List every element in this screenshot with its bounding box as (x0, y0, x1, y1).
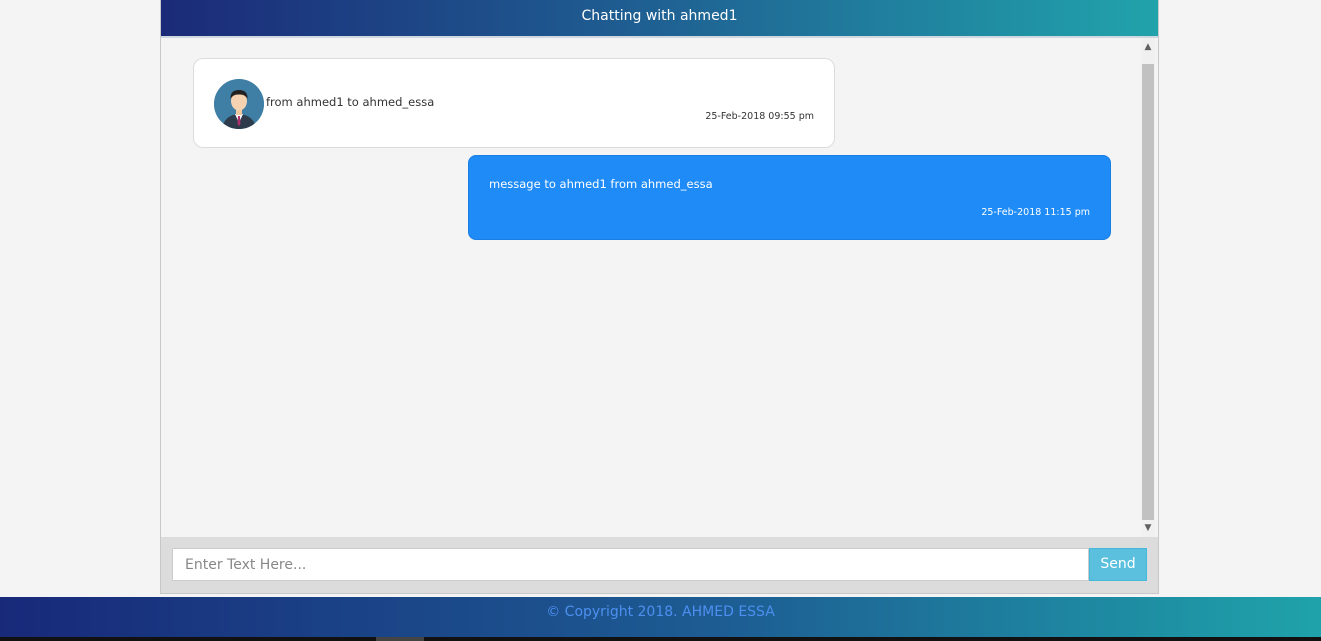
send-button[interactable]: Send (1089, 548, 1147, 581)
footer: © Copyright 2018. AHMED ESSA (0, 597, 1321, 637)
copyright-text: © Copyright 2018. AHMED ESSA (546, 604, 775, 620)
message-text: message to ahmed1 from ahmed_essa (489, 177, 713, 191)
message-input[interactable] (172, 548, 1089, 581)
incoming-message: from ahmed1 to ahmed_essa 25-Feb-2018 09… (193, 58, 835, 148)
message-timestamp: 25-Feb-2018 11:15 pm (981, 207, 1090, 218)
messages-area[interactable]: from ahmed1 to ahmed_essa 25-Feb-2018 09… (161, 38, 1158, 537)
messages-scrollbar[interactable]: ▲ ▼ (1141, 38, 1155, 537)
chat-title: Chatting with ahmed1 (581, 8, 738, 24)
bottom-strip (0, 637, 1321, 641)
message-timestamp: 25-Feb-2018 09:55 pm (705, 111, 814, 122)
scroll-up-icon[interactable]: ▲ (1141, 40, 1155, 54)
scroll-down-icon[interactable]: ▼ (1141, 521, 1155, 535)
outgoing-message: message to ahmed1 from ahmed_essa 25-Feb… (468, 155, 1111, 240)
chat-panel: Chatting with ahmed1 from ahmed1 to ahme… (160, 0, 1159, 594)
composer-bar: Send (161, 537, 1158, 593)
chat-header: Chatting with ahmed1 (161, 0, 1158, 38)
bottom-strip-mark (376, 637, 424, 641)
scroll-thumb[interactable] (1142, 64, 1154, 520)
message-text: from ahmed1 to ahmed_essa (266, 95, 435, 109)
user-avatar-icon (214, 79, 264, 129)
